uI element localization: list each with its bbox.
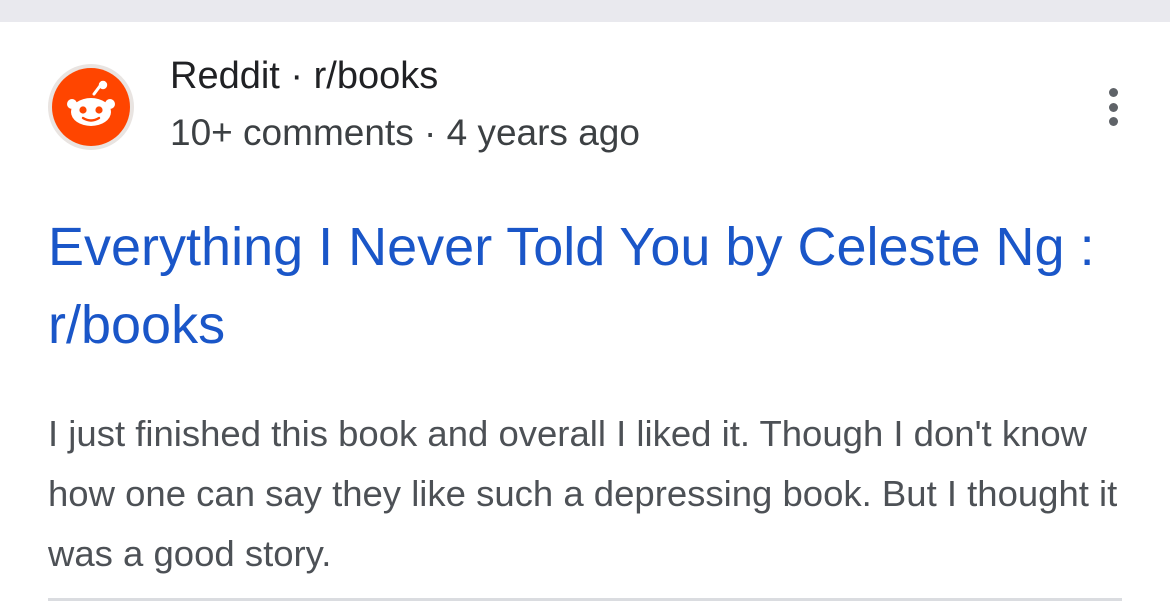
result-source-text: Reddit · r/books 10+ comments · 4 years … <box>170 52 640 157</box>
subreddit-name: r/books <box>313 55 439 97</box>
site-breadcrumb: Reddit · r/books <box>170 52 640 100</box>
more-vert-icon-dot-top <box>1108 88 1118 97</box>
reddit-logo-icon <box>52 68 130 146</box>
reddit-favicon <box>48 64 134 150</box>
post-age: 4 years ago <box>446 112 640 153</box>
result-divider <box>48 598 1122 601</box>
more-options-button[interactable] <box>1098 82 1128 132</box>
result-meta: 10+ comments · 4 years ago <box>170 109 640 157</box>
previous-card-gap <box>0 0 1170 22</box>
site-name: Reddit <box>170 55 280 97</box>
result-title-link[interactable]: Everything I Never Told You by Celeste N… <box>48 208 1128 364</box>
result-source-header[interactable]: Reddit · r/books 10+ comments · 4 years … <box>48 55 1128 172</box>
result-snippet: I just finished this book and overall I … <box>48 413 1118 574</box>
more-vert-icon-dot-bottom <box>1108 117 1118 126</box>
snoo-icon <box>67 80 115 126</box>
comment-count: 10+ comments <box>170 112 414 153</box>
more-vert-icon-dot-middle <box>1108 102 1118 112</box>
search-results-page: Reddit · r/books 10+ comments · 4 years … <box>0 0 1170 616</box>
breadcrumb-separator: · <box>290 55 304 97</box>
meta-separator: · <box>423 112 437 153</box>
